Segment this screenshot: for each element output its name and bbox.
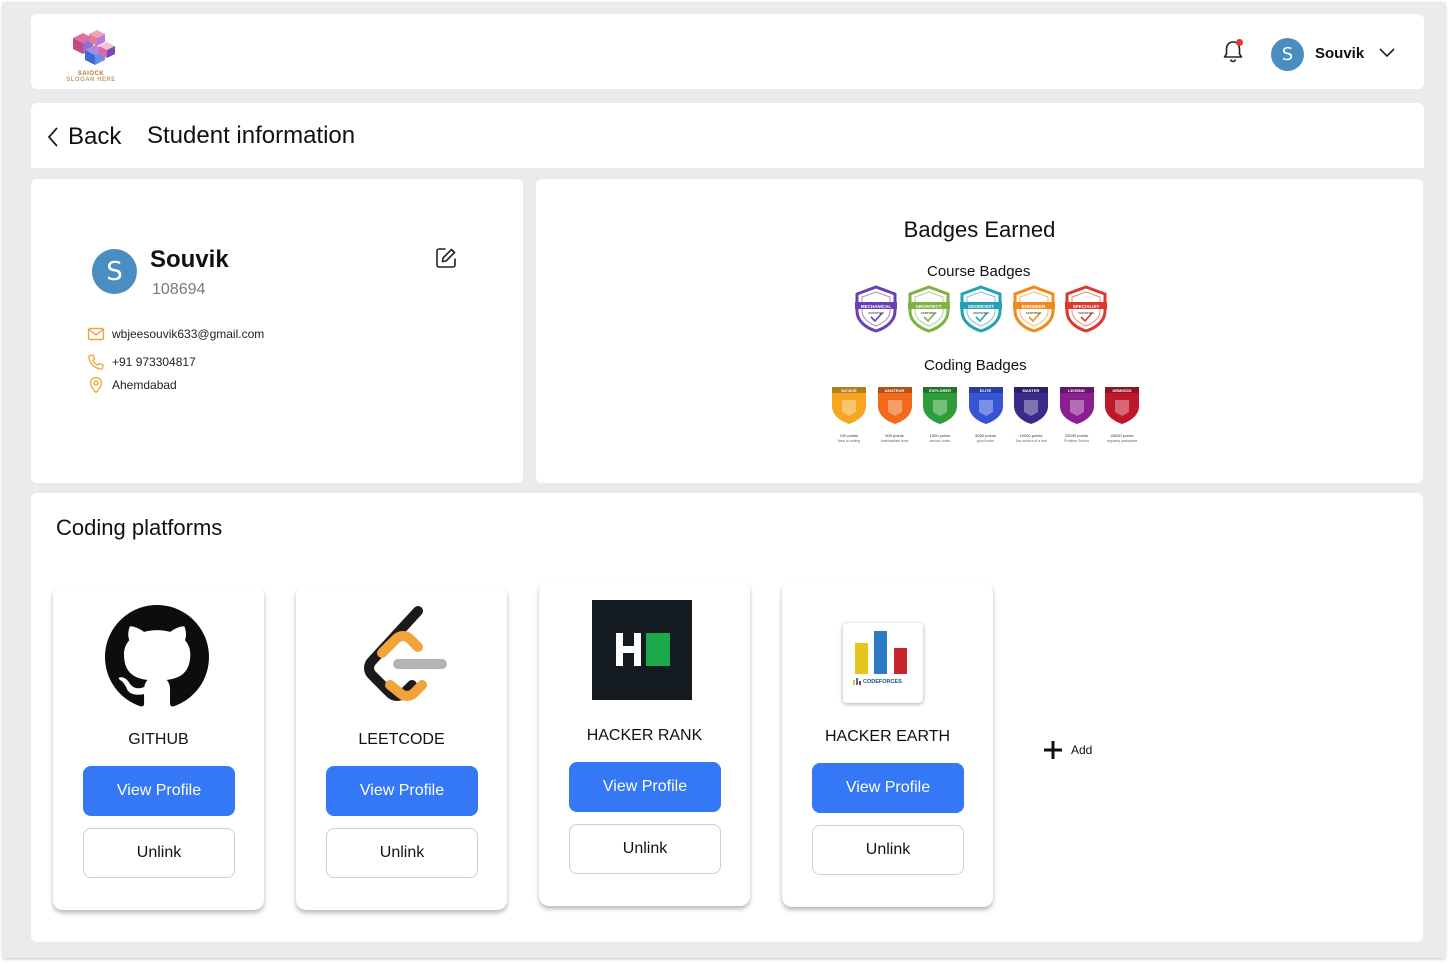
- course-badge-sub: CERTIFIED: [920, 311, 937, 315]
- leetcode-view-profile-button[interactable]: View Profile: [326, 766, 478, 816]
- back-label: Back: [68, 123, 122, 150]
- course-badge-label: MECHANICAL: [860, 303, 892, 309]
- hackerearth-view-profile-button[interactable]: View Profile: [812, 763, 964, 813]
- page-title-bar: Back Student information: [31, 103, 1424, 168]
- coding-badge-description: Problem Solved: [1064, 439, 1089, 443]
- badges-title: Badges Earned: [903, 217, 1056, 242]
- coding-badge-description: New to coding: [837, 439, 861, 443]
- platform-card-hackerearth: CODEFORCES HACKER EARTH View Profile Unl…: [782, 582, 993, 907]
- student-id: 108694: [152, 281, 206, 298]
- coding-badge-description: Top scorers of a test: [1015, 439, 1047, 443]
- user-name-menu[interactable]: Souvik: [1315, 45, 1364, 62]
- user-avatar-initial: S: [1281, 44, 1294, 65]
- coding-badge-label: NOVICE: [841, 387, 857, 393]
- app-frame: SAIOCK SLOGAN HERE S Souvik Back Student…: [3, 2, 1445, 958]
- codeforces-icon: CODEFORCES: [843, 623, 923, 703]
- github-unlink-button[interactable]: Unlink: [83, 828, 235, 878]
- course-badge-icon: [960, 285, 1002, 333]
- github-icon: [105, 605, 209, 707]
- phone-icon: [88, 354, 104, 370]
- add-platform-label: Add: [1071, 743, 1093, 757]
- course-badge-label: ARCHITECT: [915, 303, 942, 309]
- coding-badge-label: EXPLORER: [928, 387, 951, 393]
- course-badges-title: Course Badges: [927, 263, 1031, 280]
- course-badge-icon: [855, 285, 897, 333]
- coding-badges-title: Coding Badges: [924, 357, 1027, 374]
- email-row: wbjeesouvik633@gmail.com: [87, 325, 264, 343]
- hackerearth-unlink-button[interactable]: Unlink: [812, 825, 964, 875]
- coding-badge-points: 10000 points: [1019, 433, 1043, 438]
- add-platform-button[interactable]: Add: [1043, 740, 1092, 760]
- leetcode-unlink-button[interactable]: Unlink: [326, 828, 478, 878]
- platform-name-hackerrank: HACKER RANK: [586, 727, 703, 744]
- phone-row: +91 973304817: [87, 353, 196, 371]
- course-badge-sub: CERTIFIED: [1025, 311, 1042, 315]
- coding-platforms-section: Coding platforms GITHUB View Profile Unl…: [31, 493, 1423, 942]
- logo-text: SAIOCK SLOGAN HERE: [59, 71, 123, 83]
- coding-badge-label: DEMIGOD: [1112, 387, 1132, 393]
- course-badge-icon: [907, 285, 950, 333]
- course-badge-icon: [1012, 285, 1055, 333]
- chevron-left-icon: [47, 127, 58, 147]
- course-badge-sub: CERTIFIED: [1078, 311, 1094, 315]
- platform-card-github: GITHUB View Profile Unlink: [53, 585, 264, 910]
- course-badge-sub: CERTIFIED: [973, 311, 989, 315]
- course-badge-icon: [1065, 285, 1107, 333]
- codeforces-logo-text: CODEFORCES: [863, 679, 902, 685]
- mail-icon: [87, 327, 105, 341]
- chevron-down-icon[interactable]: [1378, 47, 1396, 59]
- coding-badge-description: regularly participate: [1106, 439, 1138, 443]
- student-profile-card: S Souvik 108694 wbjeesouvik633@gmail.com…: [31, 179, 523, 483]
- course-badge-label: GEODESIST: [967, 303, 995, 309]
- student-name: Souvik: [150, 246, 229, 273]
- coding-badge-description: serious coder: [929, 439, 951, 443]
- course-badge-sub: CERTIFIED: [868, 311, 884, 315]
- brand-logo[interactable]: SAIOCK SLOGAN HERE: [59, 28, 123, 84]
- coding-badge-points: 100 points: [839, 433, 859, 438]
- student-avatar-initial: S: [106, 256, 123, 287]
- coding-badge-description: good coder: [976, 439, 995, 443]
- coding-badge-points: 5000 points: [975, 433, 996, 438]
- hackerrank-icon: [592, 600, 692, 700]
- github-view-profile-button[interactable]: View Profile: [83, 766, 235, 816]
- back-button[interactable]: Back: [46, 123, 121, 151]
- codeforces-bars-icon: [853, 631, 907, 685]
- coding-badge-points: 25000 points: [1065, 433, 1088, 438]
- coding-badge-label: ELITE: [979, 387, 992, 393]
- logo-cubes-icon: [73, 30, 115, 65]
- phone-text: +91 973304817: [112, 355, 196, 369]
- page-title: Student information: [147, 122, 356, 149]
- top-header: SAIOCK SLOGAN HERE S Souvik: [31, 14, 1424, 89]
- plus-icon: [1044, 741, 1062, 759]
- notification-bell-icon[interactable]: [1221, 38, 1245, 64]
- course-badge-label: SPECIALIST: [1072, 303, 1100, 309]
- course-badge-label: ENGINEER: [1021, 303, 1046, 309]
- coding-platforms-title: Coding platforms: [56, 515, 223, 540]
- coding-badge-points: 45000 points: [1110, 433, 1134, 438]
- platform-card-leetcode: LEETCODE View Profile Unlink: [296, 585, 507, 910]
- platform-card-hackerrank: HACKER RANK View Profile Unlink: [539, 581, 750, 906]
- coding-badge-description: Intermediate level: [880, 439, 909, 443]
- hackerrank-view-profile-button[interactable]: View Profile: [569, 762, 721, 812]
- coding-badge-label: MASTER: [1022, 387, 1040, 393]
- platform-name-leetcode: LEETCODE: [358, 731, 445, 748]
- location-text: Ahemdabad: [112, 378, 177, 392]
- logo-slogan: SLOGAN HERE: [66, 77, 116, 83]
- badges-card: Badges Earned Course Badges MECHANICAL CE…: [536, 179, 1423, 483]
- location-pin-icon: [89, 376, 103, 394]
- leetcode-icon: [364, 606, 447, 701]
- platform-name-github: GITHUB: [128, 731, 189, 748]
- coding-badge-points: 1500 points: [929, 433, 951, 438]
- hackerrank-unlink-button[interactable]: Unlink: [569, 824, 721, 874]
- user-avatar[interactable]: S: [1271, 38, 1304, 71]
- platform-name-hackerearth: HACKER EARTH: [824, 728, 951, 745]
- email-text: wbjeesouvik633@gmail.com: [112, 327, 265, 341]
- coding-badge-points: 500 points: [885, 433, 904, 438]
- edit-icon[interactable]: [434, 246, 458, 270]
- notification-dot: [1236, 39, 1243, 46]
- student-avatar: S: [92, 249, 137, 294]
- coding-badge-label: LEGEND: [1068, 387, 1085, 393]
- coding-badge-label: AMATEUR: [884, 387, 905, 393]
- location-row: Ahemdabad: [87, 376, 177, 394]
